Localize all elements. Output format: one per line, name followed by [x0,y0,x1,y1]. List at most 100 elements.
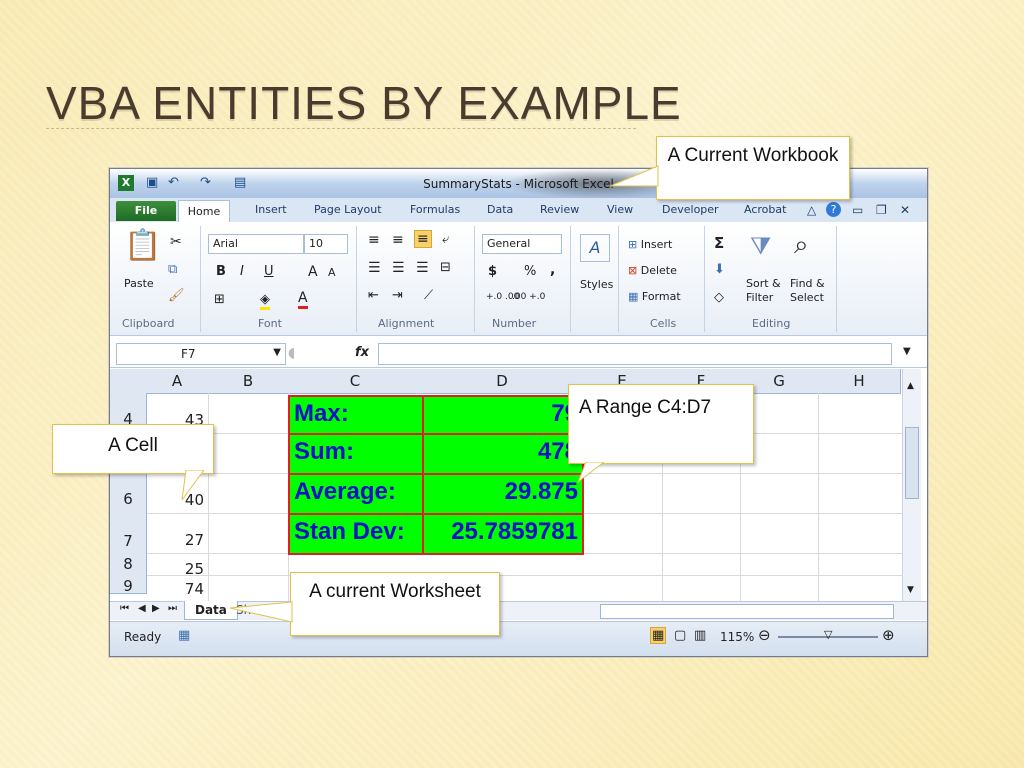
fill-color-icon[interactable]: ◈ [260,292,270,310]
increase-indent-icon[interactable]: ⇥ [392,288,403,303]
tab-developer[interactable]: Developer [662,203,719,216]
underline-button[interactable]: U [264,264,274,279]
align-center-icon[interactable]: ☰ [392,260,405,276]
shrink-font-button[interactable]: A [328,266,336,279]
zoom-level[interactable]: 115% [720,630,754,644]
tab-review[interactable]: Review [540,203,579,216]
format-painter-icon[interactable]: 🖌 [168,288,185,303]
cell-a9[interactable]: 74 [150,580,204,598]
scroll-up-icon[interactable]: ▲ [907,381,914,391]
borders-icon[interactable]: ⊞ [214,292,225,307]
paste-button[interactable]: Paste [124,277,154,290]
scroll-down-icon[interactable]: ▼ [907,585,914,595]
styles-button[interactable]: Styles [580,278,613,291]
align-right-icon[interactable]: ☰ [416,260,429,276]
column-header-d[interactable]: D [422,369,583,394]
sheet-nav-next-icon[interactable]: ▶ [152,603,160,614]
vertical-scrollbar[interactable]: ▲ ▼ [902,369,921,603]
column-header-a[interactable]: A [146,369,209,394]
styles-icon[interactable]: A [580,234,610,262]
row-header[interactable]: 9 [110,575,147,595]
zoom-out-icon[interactable]: ⊖ [758,626,771,644]
italic-button[interactable]: I [240,264,244,279]
delete-cells-button[interactable]: ⊠ Delete [628,264,677,277]
find-icon[interactable]: ⌕ [794,230,809,261]
decrease-decimal-button[interactable]: .00 +.0 [512,292,545,302]
sort-filter-icon[interactable]: ⧩ [750,232,771,260]
minimize-ribbon-icon[interactable]: △ [807,203,816,217]
chevron-down-icon[interactable]: ▼ [273,347,281,358]
column-header-h[interactable]: H [818,369,901,394]
sheet-nav-first-icon[interactable]: ⏮ [120,603,129,614]
sort-filter-label[interactable]: Sort & [746,277,781,290]
cell-a7[interactable]: 27 [150,531,204,549]
expand-formula-icon[interactable]: ▼ [903,346,911,357]
zoom-in-icon[interactable]: ⊕ [882,626,895,644]
select-all-button[interactable] [110,369,147,394]
font-color-button[interactable]: A [298,290,308,309]
normal-view-icon[interactable]: ▦ [650,627,667,644]
decrease-indent-icon[interactable]: ⇤ [368,288,379,303]
number-format-select[interactable]: General [482,234,562,254]
sheet-nav-prev-icon[interactable]: ◀ [138,603,146,614]
restore-icon[interactable]: ❐ [876,203,887,217]
close-icon[interactable]: ✕ [900,203,910,217]
tab-formulas[interactable]: Formulas [410,203,460,216]
insert-function-button[interactable]: fx [355,345,369,360]
row-header[interactable]: 6 [110,473,147,514]
formula-input[interactable] [378,343,892,365]
macro-record-icon[interactable]: ▦ [178,628,190,643]
paste-icon[interactable]: 📋 [124,228,161,263]
font-size-select[interactable]: 10 [304,234,348,254]
copy-icon[interactable]: ⧉ [168,262,177,277]
tab-acrobat[interactable]: Acrobat [744,203,786,216]
format-cells-button[interactable]: ▦ Format [628,290,681,303]
range-label-cell[interactable]: Average: [288,473,424,515]
tab-home[interactable]: Home [178,200,230,223]
align-bottom-icon[interactable]: ≡ [414,230,432,248]
row-header[interactable]: 8 [110,553,147,576]
range-value-cell[interactable]: 25.7859781 [422,513,584,555]
font-name-select[interactable]: Arial [208,234,304,254]
column-header-b[interactable]: B [208,369,289,394]
currency-button[interactable]: $ [488,264,497,279]
insert-cells-button[interactable]: ⊞ Insert [628,238,672,251]
range-value-cell[interactable]: 478 [422,433,584,475]
percent-button[interactable]: % [524,264,536,279]
expand-icon[interactable]: ◖ [288,345,295,361]
wrap-text-icon[interactable]: ⤶ [442,232,449,247]
grow-font-button[interactable]: A [308,264,318,280]
autosum-button[interactable]: Σ [714,234,724,252]
scroll-thumb[interactable] [905,427,919,499]
range-value-cell[interactable]: 29.875 [422,473,584,515]
range-label-cell[interactable]: Max: [288,395,424,435]
select-label[interactable]: Select [790,291,824,304]
range-label-cell[interactable]: Stan Dev: [288,513,424,555]
merge-center-icon[interactable]: ⊟ [440,260,451,275]
tab-insert[interactable]: Insert [255,203,287,216]
align-top-icon[interactable]: ≡ [368,232,380,248]
bold-button[interactable]: B [216,264,226,279]
tab-file[interactable]: File [116,201,176,221]
tab-page-layout[interactable]: Page Layout [314,203,382,216]
page-break-view-icon[interactable]: ▥ [694,628,706,643]
comma-button[interactable]: , [550,262,555,278]
clear-icon[interactable]: ◇ [714,290,724,305]
column-header-c[interactable]: C [288,369,423,394]
name-box[interactable]: F7 ▼ [116,343,286,365]
fill-icon[interactable]: ⬇ [714,262,725,277]
align-left-icon[interactable]: ☰ [368,260,381,276]
minimize-icon[interactable]: ▭ [852,203,863,217]
orientation-icon[interactable]: ⟋ [424,288,433,303]
row-header[interactable]: 7 [110,513,147,554]
tab-data[interactable]: Data [487,203,513,216]
cut-icon[interactable]: ✂ [170,234,182,250]
range-value-cell[interactable]: 79 [422,395,584,435]
help-icon[interactable]: ? [826,202,841,217]
align-middle-icon[interactable]: ≡ [392,232,404,248]
cell-a8[interactable]: 25 [150,560,204,578]
sheet-nav-last-icon[interactable]: ⏭ [168,603,177,614]
filter-label[interactable]: Filter [746,291,773,304]
page-layout-view-icon[interactable]: ▢ [674,628,686,643]
horizontal-scrollbar[interactable] [600,604,894,619]
